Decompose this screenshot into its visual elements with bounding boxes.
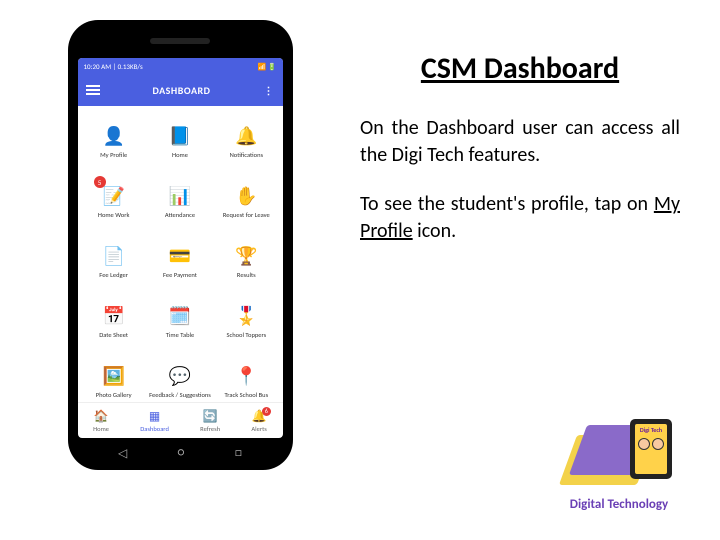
tile-icon: 👤	[102, 124, 126, 148]
dashboard-grid: 👤 My Profile 📘 Home 🔔 Notifications 5📝 Home Wor…	[78, 106, 283, 402]
tile-label: Attendance	[165, 211, 195, 219]
overflow-icon[interactable]: ⋮	[263, 84, 274, 97]
tile-label: School Toppers	[226, 331, 266, 339]
tile-icon: 📍	[234, 364, 258, 388]
tablet-label: Digi Tech	[640, 426, 662, 434]
tile-icon: 📄	[102, 244, 126, 268]
tile-label: Fee Ledger	[99, 271, 128, 279]
tile-icon: 📝	[102, 184, 126, 208]
tile-label: Photo Gallery	[96, 391, 132, 399]
dashboard-tile[interactable]: 📄 Fee Ledger	[82, 232, 146, 290]
tile-label: My Profile	[100, 151, 127, 159]
tile-icon: 📘	[168, 124, 192, 148]
tab-label: Home	[93, 425, 109, 433]
phone-speaker	[150, 38, 210, 44]
tile-icon: ✋	[234, 184, 258, 208]
tab-label: Alerts	[251, 425, 266, 433]
tab-item[interactable]: 🏠Home	[93, 409, 109, 433]
dashboard-tile[interactable]: 💳 Fee Payment	[148, 232, 212, 290]
tile-icon: 📊	[168, 184, 192, 208]
android-nav-bar: ◁ ○ □	[68, 444, 293, 462]
badge: 6	[262, 407, 271, 416]
dashboard-tile[interactable]: 📍 Track School Bus	[214, 352, 278, 402]
nav-recent-icon[interactable]: □	[235, 446, 242, 460]
bottom-tab-bar: 🏠Home ▦Dashboard 🔄Refresh 🔔Alerts6	[78, 402, 283, 438]
digi-tech-logo: Digi Tech Digital Technology	[554, 413, 684, 512]
phone-frame: 10:20 AM | 0.13KB/s 📶 🔋 DASHBOARD ⋮ 👤 My …	[68, 20, 293, 470]
tile-label: Notifications	[230, 151, 263, 159]
tile-label: Request for Leave	[223, 211, 270, 219]
tile-label: Fee Payment	[163, 271, 197, 279]
para2-pre: To see the student's profile, tap on	[360, 192, 654, 216]
tile-label: Results	[237, 271, 256, 279]
status-bar: 10:20 AM | 0.13KB/s 📶 🔋	[78, 58, 283, 74]
tile-icon: 🎖️	[234, 304, 258, 328]
phone-screen: 10:20 AM | 0.13KB/s 📶 🔋 DASHBOARD ⋮ 👤 My …	[78, 58, 283, 438]
logo-caption: Digital Technology	[554, 497, 684, 512]
tile-label: Time Table	[166, 331, 194, 339]
dashboard-tile[interactable]: 📅 Date Sheet	[82, 292, 146, 350]
tile-icon: 🖼️	[102, 364, 126, 388]
tab-item[interactable]: ▦Dashboard	[140, 409, 169, 433]
tile-label: Home	[172, 151, 188, 159]
dashboard-tile[interactable]: 🔔 Notifications	[214, 112, 278, 170]
tab-icon: 🏠	[94, 409, 109, 424]
dashboard-tile[interactable]: 📊 Attendance	[148, 172, 212, 230]
phone-mockup: 10:20 AM | 0.13KB/s 📶 🔋 DASHBOARD ⋮ 👤 My …	[30, 20, 330, 520]
dashboard-tile[interactable]: ✋ Request for Leave	[214, 172, 278, 230]
tab-item[interactable]: 🔔Alerts6	[251, 409, 266, 433]
tile-label: Track School Bus	[225, 391, 269, 399]
tile-icon: 🏆	[234, 244, 258, 268]
dashboard-tile[interactable]: 📘 Home	[148, 112, 212, 170]
logo-art: Digi Tech	[564, 413, 674, 493]
tab-label: Dashboard	[140, 425, 169, 433]
tile-icon: 🔔	[234, 124, 258, 148]
appbar-title: DASHBOARD	[153, 84, 211, 97]
page-title: CSM Dashboard	[360, 50, 680, 87]
paragraph-1: On the Dashboard user can access all the…	[360, 115, 680, 169]
menu-icon[interactable]	[86, 83, 100, 97]
paragraph-2: To see the student's profile, tap on My …	[360, 191, 680, 245]
tile-label: Home Work	[98, 211, 130, 219]
status-right: 📶 🔋	[257, 62, 276, 71]
tile-icon: 💬	[168, 364, 192, 388]
dashboard-tile[interactable]: 5📝 Home Work	[82, 172, 146, 230]
dashboard-tile[interactable]: 💬 Feedback / Suggestions	[148, 352, 212, 402]
tile-label: Feedback / Suggestions	[149, 391, 211, 399]
face-icon	[638, 438, 650, 450]
para2-post: icon.	[413, 219, 457, 243]
badge: 5	[94, 176, 106, 188]
nav-home-icon[interactable]: ○	[178, 446, 185, 460]
tab-label: Refresh	[200, 425, 220, 433]
tile-icon: 💳	[168, 244, 192, 268]
tab-item[interactable]: 🔄Refresh	[200, 409, 220, 433]
tile-label: Date Sheet	[99, 331, 128, 339]
dashboard-tile[interactable]: 🎖️ School Toppers	[214, 292, 278, 350]
dashboard-tile[interactable]: 🖼️ Photo Gallery	[82, 352, 146, 402]
tab-icon: 🔄	[203, 409, 218, 424]
dashboard-tile[interactable]: 🏆 Results	[214, 232, 278, 290]
nav-back-icon[interactable]: ◁	[118, 446, 127, 461]
tile-icon: 📅	[102, 304, 126, 328]
dashboard-tile[interactable]: 👤 My Profile	[82, 112, 146, 170]
tab-icon: ▦	[149, 409, 160, 424]
dashboard-tile[interactable]: 🗓️ Time Table	[148, 292, 212, 350]
status-left: 10:20 AM | 0.13KB/s	[84, 62, 143, 71]
face-icon	[652, 438, 664, 450]
tile-icon: 🗓️	[168, 304, 192, 328]
tablet-icon: Digi Tech	[630, 419, 672, 479]
app-bar: DASHBOARD ⋮	[78, 74, 283, 106]
